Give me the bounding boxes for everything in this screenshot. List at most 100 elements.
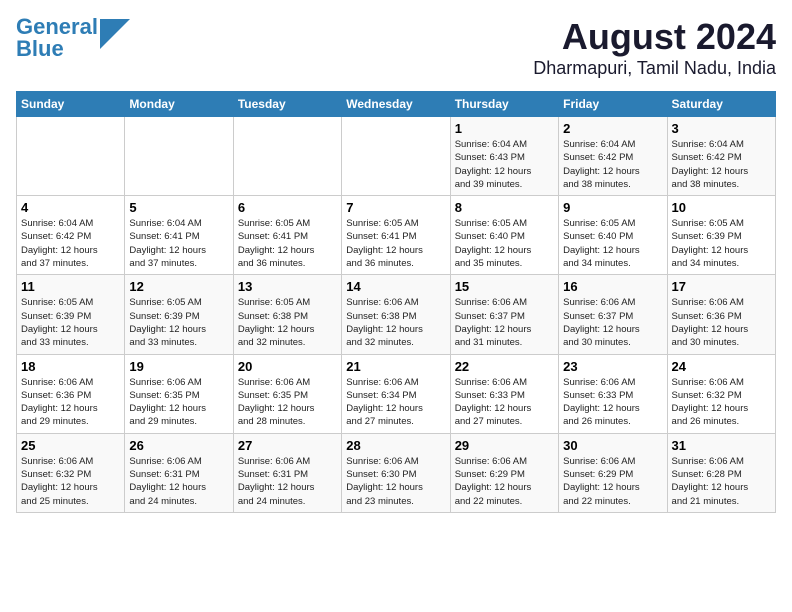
logo-icon: [100, 19, 130, 49]
day-header-wednesday: Wednesday: [342, 92, 450, 117]
day-header-sunday: Sunday: [17, 92, 125, 117]
calendar-cell: 19 Sunrise: 6:06 AM Sunset: 6:35 PM Dayli…: [125, 354, 233, 433]
day-number: 24: [672, 359, 771, 374]
calendar-cell: 13 Sunrise: 6:05 AM Sunset: 6:38 PM Dayli…: [233, 275, 341, 354]
calendar-cell: [17, 117, 125, 196]
day-info: Sunrise: 6:05 AM Sunset: 6:39 PM Dayligh…: [672, 217, 771, 270]
day-info: Sunrise: 6:06 AM Sunset: 6:33 PM Dayligh…: [563, 376, 662, 429]
calendar-cell: [342, 117, 450, 196]
day-number: 7: [346, 200, 445, 215]
calendar-cell: 2Sunrise: 6:04 AM Sunset: 6:42 PM Daylig…: [559, 117, 667, 196]
page-header: GeneralBlue August 2024 Dharmapuri, Tami…: [16, 16, 776, 79]
day-info: Sunrise: 6:06 AM Sunset: 6:33 PM Dayligh…: [455, 376, 554, 429]
day-info: Sunrise: 6:04 AM Sunset: 6:42 PM Dayligh…: [672, 138, 771, 191]
day-number: 10: [672, 200, 771, 215]
day-number: 22: [455, 359, 554, 374]
day-info: Sunrise: 6:06 AM Sunset: 6:37 PM Dayligh…: [563, 296, 662, 349]
calendar-cell: 28 Sunrise: 6:06 AM Sunset: 6:30 PM Dayli…: [342, 433, 450, 512]
calendar-cell: 31 Sunrise: 6:06 AM Sunset: 6:28 PM Dayli…: [667, 433, 775, 512]
day-number: 1: [455, 121, 554, 136]
day-header-thursday: Thursday: [450, 92, 558, 117]
calendar-cell: 23 Sunrise: 6:06 AM Sunset: 6:33 PM Dayli…: [559, 354, 667, 433]
calendar-cell: 22 Sunrise: 6:06 AM Sunset: 6:33 PM Dayli…: [450, 354, 558, 433]
day-info: Sunrise: 6:06 AM Sunset: 6:32 PM Dayligh…: [672, 376, 771, 429]
day-number: 6: [238, 200, 337, 215]
day-info: Sunrise: 6:04 AM Sunset: 6:42 PM Dayligh…: [21, 217, 120, 270]
day-info: Sunrise: 6:05 AM Sunset: 6:40 PM Dayligh…: [563, 217, 662, 270]
week-row-1: 1 Sunrise: 6:04 AM Sunset: 6:43 PM Daylig…: [17, 117, 776, 196]
calendar-cell: 10 Sunrise: 6:05 AM Sunset: 6:39 PM Dayli…: [667, 196, 775, 275]
day-number: 8: [455, 200, 554, 215]
calendar-cell: 3 Sunrise: 6:04 AM Sunset: 6:42 PM Daylig…: [667, 117, 775, 196]
calendar-cell: 7Sunrise: 6:05 AM Sunset: 6:41 PM Daylig…: [342, 196, 450, 275]
day-number: 4: [21, 200, 120, 215]
day-info: Sunrise: 6:04 AM Sunset: 6:42 PM Dayligh…: [563, 138, 662, 191]
day-number: 17: [672, 279, 771, 294]
day-info: Sunrise: 6:05 AM Sunset: 6:40 PM Dayligh…: [455, 217, 554, 270]
calendar-table: SundayMondayTuesdayWednesdayThursdayFrid…: [16, 91, 776, 513]
day-number: 27: [238, 438, 337, 453]
calendar-header-row: SundayMondayTuesdayWednesdayThursdayFrid…: [17, 92, 776, 117]
calendar-cell: 16Sunrise: 6:06 AM Sunset: 6:37 PM Dayli…: [559, 275, 667, 354]
day-info: Sunrise: 6:06 AM Sunset: 6:35 PM Dayligh…: [129, 376, 228, 429]
day-info: Sunrise: 6:05 AM Sunset: 6:38 PM Dayligh…: [238, 296, 337, 349]
day-number: 12: [129, 279, 228, 294]
day-info: Sunrise: 6:06 AM Sunset: 6:35 PM Dayligh…: [238, 376, 337, 429]
calendar-cell: [125, 117, 233, 196]
day-info: Sunrise: 6:04 AM Sunset: 6:43 PM Dayligh…: [455, 138, 554, 191]
calendar-cell: 21Sunrise: 6:06 AM Sunset: 6:34 PM Dayli…: [342, 354, 450, 433]
calendar-cell: 25 Sunrise: 6:06 AM Sunset: 6:32 PM Dayli…: [17, 433, 125, 512]
day-header-saturday: Saturday: [667, 92, 775, 117]
day-info: Sunrise: 6:06 AM Sunset: 6:28 PM Dayligh…: [672, 455, 771, 508]
calendar-cell: 8 Sunrise: 6:05 AM Sunset: 6:40 PM Daylig…: [450, 196, 558, 275]
day-number: 19: [129, 359, 228, 374]
calendar-cell: 9 Sunrise: 6:05 AM Sunset: 6:40 PM Daylig…: [559, 196, 667, 275]
day-info: Sunrise: 6:05 AM Sunset: 6:41 PM Dayligh…: [238, 217, 337, 270]
day-info: Sunrise: 6:06 AM Sunset: 6:29 PM Dayligh…: [563, 455, 662, 508]
week-row-5: 25 Sunrise: 6:06 AM Sunset: 6:32 PM Dayli…: [17, 433, 776, 512]
day-header-monday: Monday: [125, 92, 233, 117]
day-info: Sunrise: 6:06 AM Sunset: 6:31 PM Dayligh…: [238, 455, 337, 508]
day-header-tuesday: Tuesday: [233, 92, 341, 117]
day-info: Sunrise: 6:04 AM Sunset: 6:41 PM Dayligh…: [129, 217, 228, 270]
day-info: Sunrise: 6:06 AM Sunset: 6:38 PM Dayligh…: [346, 296, 445, 349]
day-info: Sunrise: 6:05 AM Sunset: 6:39 PM Dayligh…: [129, 296, 228, 349]
day-number: 5: [129, 200, 228, 215]
calendar-cell: 15Sunrise: 6:06 AM Sunset: 6:37 PM Dayli…: [450, 275, 558, 354]
week-row-4: 18Sunrise: 6:06 AM Sunset: 6:36 PM Dayli…: [17, 354, 776, 433]
day-number: 23: [563, 359, 662, 374]
day-number: 20: [238, 359, 337, 374]
calendar-cell: 6 Sunrise: 6:05 AM Sunset: 6:41 PM Daylig…: [233, 196, 341, 275]
calendar-cell: 11 Sunrise: 6:05 AM Sunset: 6:39 PM Dayli…: [17, 275, 125, 354]
day-number: 13: [238, 279, 337, 294]
day-info: Sunrise: 6:06 AM Sunset: 6:31 PM Dayligh…: [129, 455, 228, 508]
calendar-cell: 20 Sunrise: 6:06 AM Sunset: 6:35 PM Dayli…: [233, 354, 341, 433]
logo-text: GeneralBlue: [16, 16, 98, 60]
day-number: 11: [21, 279, 120, 294]
week-row-3: 11 Sunrise: 6:05 AM Sunset: 6:39 PM Dayli…: [17, 275, 776, 354]
day-header-friday: Friday: [559, 92, 667, 117]
day-number: 30: [563, 438, 662, 453]
day-info: Sunrise: 6:06 AM Sunset: 6:30 PM Dayligh…: [346, 455, 445, 508]
day-number: 3: [672, 121, 771, 136]
calendar-cell: 4 Sunrise: 6:04 AM Sunset: 6:42 PM Daylig…: [17, 196, 125, 275]
day-info: Sunrise: 6:06 AM Sunset: 6:37 PM Dayligh…: [455, 296, 554, 349]
calendar-cell: [233, 117, 341, 196]
day-info: Sunrise: 6:06 AM Sunset: 6:32 PM Dayligh…: [21, 455, 120, 508]
calendar-cell: 14Sunrise: 6:06 AM Sunset: 6:38 PM Dayli…: [342, 275, 450, 354]
calendar-cell: 17Sunrise: 6:06 AM Sunset: 6:36 PM Dayli…: [667, 275, 775, 354]
day-number: 28: [346, 438, 445, 453]
day-number: 29: [455, 438, 554, 453]
day-info: Sunrise: 6:05 AM Sunset: 6:39 PM Dayligh…: [21, 296, 120, 349]
page-subtitle: Dharmapuri, Tamil Nadu, India: [533, 58, 776, 79]
day-info: Sunrise: 6:06 AM Sunset: 6:29 PM Dayligh…: [455, 455, 554, 508]
day-number: 9: [563, 200, 662, 215]
calendar-cell: 30 Sunrise: 6:06 AM Sunset: 6:29 PM Dayli…: [559, 433, 667, 512]
day-number: 31: [672, 438, 771, 453]
calendar-cell: 27 Sunrise: 6:06 AM Sunset: 6:31 PM Dayli…: [233, 433, 341, 512]
week-row-2: 4 Sunrise: 6:04 AM Sunset: 6:42 PM Daylig…: [17, 196, 776, 275]
day-number: 21: [346, 359, 445, 374]
day-number: 25: [21, 438, 120, 453]
calendar-cell: 26Sunrise: 6:06 AM Sunset: 6:31 PM Dayli…: [125, 433, 233, 512]
calendar-cell: 12 Sunrise: 6:05 AM Sunset: 6:39 PM Dayli…: [125, 275, 233, 354]
